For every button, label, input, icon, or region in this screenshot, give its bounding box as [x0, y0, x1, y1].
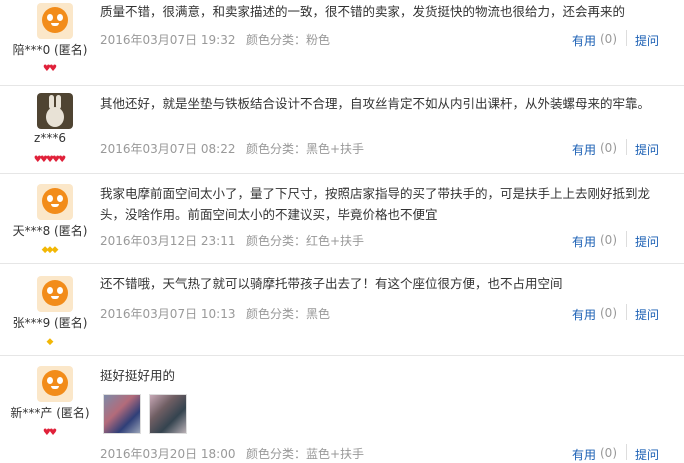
useful-button[interactable]: 有用 — [572, 32, 596, 49]
color-variant: 颜色分类：黑色+扶手 — [246, 142, 365, 156]
red-heart-icon: ♥ — [58, 155, 67, 165]
ask-question-button[interactable]: 提问 — [635, 306, 659, 323]
useful-button[interactable]: 有用 — [572, 446, 596, 463]
red-heart-icon: ♥ — [49, 64, 58, 74]
review-item: 陪***0 (匿名) ♥♥ 质量不错，很满意，和卖家描述的一致，很不错的卖家，发… — [0, 0, 684, 86]
review-item: 天***8 (匿名) ◆◆◆ 我家电摩前面空间太小了，量了下尺寸，按照店家指导的… — [0, 174, 684, 264]
ask-question-button[interactable]: 提问 — [635, 32, 659, 49]
username[interactable]: 天***8 (匿名) — [0, 222, 100, 239]
review-text: 挺好挺好用的 — [100, 368, 176, 383]
avatar[interactable] — [37, 184, 73, 220]
color-variant: 颜色分类：红色+扶手 — [246, 234, 365, 248]
avatar[interactable] — [37, 276, 73, 312]
review-item: z***6 ♥♥♥♥♥ 其他还好，就是坐垫与铁板结合设计不合理，自攻丝肯定不如从… — [0, 86, 684, 174]
gold-diamond-icon: ◆ — [46, 337, 54, 347]
useful-count: (0) — [600, 233, 617, 247]
useful-count: (0) — [600, 446, 617, 460]
username[interactable]: 新***产 (匿名) — [0, 404, 100, 421]
useful-button[interactable]: 有用 — [572, 141, 596, 158]
review-photo-thumbnail[interactable] — [149, 394, 187, 434]
divider — [626, 444, 627, 460]
useful-count: (0) — [600, 32, 617, 46]
gold-diamond-icon: ◆ — [51, 245, 59, 255]
color-variant: 颜色分类：黑色 — [246, 307, 331, 321]
review-date: 2016年03月12日 23:11 — [100, 234, 236, 248]
username[interactable]: 陪***0 (匿名) — [0, 41, 100, 58]
buyer-credit-badges: ♥♥ — [0, 425, 100, 438]
review-text: 我家电摩前面空间太小了，量了下尺寸，按照店家指导的买了带扶手的，可是扶手上上去刚… — [100, 186, 651, 222]
review-photo-thumbnail[interactable] — [103, 394, 141, 434]
username[interactable]: z***6 — [0, 131, 100, 145]
buyer-credit-badges: ♥♥ — [0, 61, 100, 74]
review-date: 2016年03月07日 08:22 — [100, 142, 236, 156]
ask-question-button[interactable]: 提问 — [635, 233, 659, 250]
divider — [626, 304, 627, 320]
review-date: 2016年03月07日 10:13 — [100, 307, 236, 321]
red-heart-icon: ♥ — [49, 428, 58, 438]
divider — [626, 231, 627, 247]
color-variant: 颜色分类：蓝色+扶手 — [246, 447, 365, 461]
review-text: 还不错哦，天气热了就可以骑摩托带孩子出去了！有这个座位很方便，也不占用空间 — [100, 276, 563, 291]
review-item: 张***9 (匿名) ◆ 还不错哦，天气热了就可以骑摩托带孩子出去了！有这个座位… — [0, 264, 684, 356]
review-date: 2016年03月07日 19:32 — [100, 33, 236, 47]
avatar[interactable] — [37, 366, 73, 402]
divider — [626, 30, 627, 46]
buyer-credit-badges: ♥♥♥♥♥ — [0, 152, 100, 165]
review-text: 质量不错，很满意，和卖家描述的一致，很不错的卖家，发货挺快的物流也很给力，还会再… — [100, 4, 626, 19]
buyer-credit-badges: ◆◆◆ — [0, 242, 100, 255]
ask-question-button[interactable]: 提问 — [635, 446, 659, 463]
avatar[interactable] — [37, 3, 73, 39]
useful-button[interactable]: 有用 — [572, 233, 596, 250]
color-variant: 颜色分类：粉色 — [246, 33, 331, 47]
review-text: 其他还好，就是坐垫与铁板结合设计不合理，自攻丝肯定不如从内引出课杆，从外装螺母来… — [100, 96, 651, 111]
ask-question-button[interactable]: 提问 — [635, 141, 659, 158]
username[interactable]: 张***9 (匿名) — [0, 314, 100, 331]
review-item: 新***产 (匿名) ♥♥ 挺好挺好用的 2016年03月20日 18:00 颜… — [0, 356, 684, 463]
review-date: 2016年03月20日 18:00 — [100, 447, 236, 461]
buyer-credit-badges: ◆ — [0, 334, 100, 347]
useful-button[interactable]: 有用 — [572, 306, 596, 323]
avatar[interactable] — [37, 93, 73, 129]
divider — [626, 139, 627, 155]
useful-count: (0) — [600, 306, 617, 320]
useful-count: (0) — [600, 141, 617, 155]
